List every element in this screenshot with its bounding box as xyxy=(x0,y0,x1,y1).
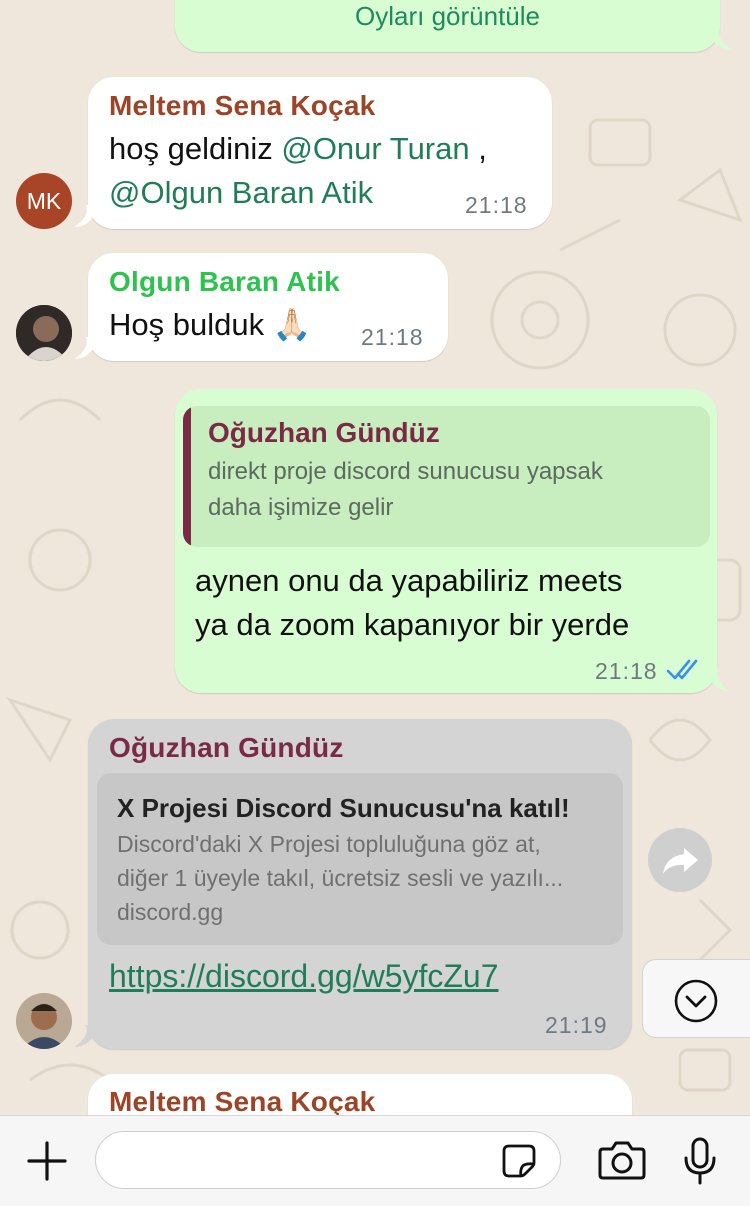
bubble-tail xyxy=(74,205,98,227)
message-composer-bar xyxy=(0,1115,750,1206)
quote-text-line: daha işimize gelir xyxy=(208,494,394,521)
link-preview-card[interactable]: X Projesi Discord Sunucusu'na katıl! Dis… xyxy=(97,773,623,945)
scroll-to-bottom-button[interactable] xyxy=(642,959,750,1038)
forward-icon xyxy=(663,848,698,874)
message-text-line: ya da zoom kapanıyor bir yerde xyxy=(195,607,630,642)
link-preview-description: diğer 1 üyeyle takıl, ücretsiz sesli ve … xyxy=(117,865,564,891)
message-time: 21:18 xyxy=(595,658,658,684)
quote-bar xyxy=(183,406,191,547)
sender-name: Oğuzhan Gündüz xyxy=(109,732,344,763)
bubble-tail xyxy=(74,1025,98,1047)
double-check-read-icon xyxy=(666,659,698,680)
mention-olgun-baran-atik[interactable]: @Olgun Baran Atik xyxy=(109,171,373,215)
bubble-tail xyxy=(706,669,730,691)
quoted-message[interactable]: Oğuzhan Gündüz direkt proje discord sunu… xyxy=(183,406,710,547)
link-preview-title: X Projesi Discord Sunucusu'na katıl! xyxy=(117,793,570,823)
avatar-initials: MK xyxy=(26,188,62,214)
link-preview-domain: discord.gg xyxy=(117,899,224,925)
avatar-oguzhan[interactable] xyxy=(16,993,72,1049)
avatar-photo xyxy=(16,993,72,1049)
message-text: hoş geldiniz @Onur Turan , xyxy=(109,127,487,171)
sender-name: Meltem Sena Koçak xyxy=(109,1086,376,1117)
message-text-part: hoş geldiniz xyxy=(109,131,282,166)
message-time: 21:18 xyxy=(465,192,528,218)
message-text: Hoş bulduk 🙏🏻 xyxy=(109,307,312,342)
message-text-part: , xyxy=(469,131,487,166)
quote-sender: Oğuzhan Gündüz xyxy=(208,417,440,448)
sender-name: Olgun Baran Atik xyxy=(109,266,340,297)
avatar-photo xyxy=(16,305,72,361)
forward-button[interactable] xyxy=(648,828,712,892)
microphone-icon[interactable] xyxy=(682,1136,718,1186)
link-preview-description: Discord'daki X Projesi topluluğuna göz a… xyxy=(117,831,541,857)
chevron-down-icon xyxy=(674,979,718,1023)
quote-text-line: direkt proje discord sunucusu yapsak xyxy=(208,458,603,485)
avatar-mk[interactable]: MK xyxy=(16,173,72,229)
view-votes-button[interactable]: Oyları görüntüle xyxy=(175,0,720,32)
message-input[interactable] xyxy=(95,1131,561,1189)
message-text-line: aynen onu da yapabiliriz meets xyxy=(195,563,623,598)
plus-icon[interactable] xyxy=(26,1140,68,1182)
sticker-icon[interactable] xyxy=(501,1143,537,1179)
bubble-tail xyxy=(74,337,98,359)
sender-name: Meltem Sena Koçak xyxy=(109,90,376,121)
camera-icon[interactable] xyxy=(598,1140,646,1180)
avatar-olgun[interactable] xyxy=(16,305,72,361)
message-time: 21:19 xyxy=(545,1012,608,1038)
mention-onur-turan[interactable]: @Onur Turan xyxy=(281,131,469,166)
discord-link[interactable]: https://discord.gg/w5yfcZu7 xyxy=(109,958,499,995)
message-time: 21:18 xyxy=(361,324,424,350)
